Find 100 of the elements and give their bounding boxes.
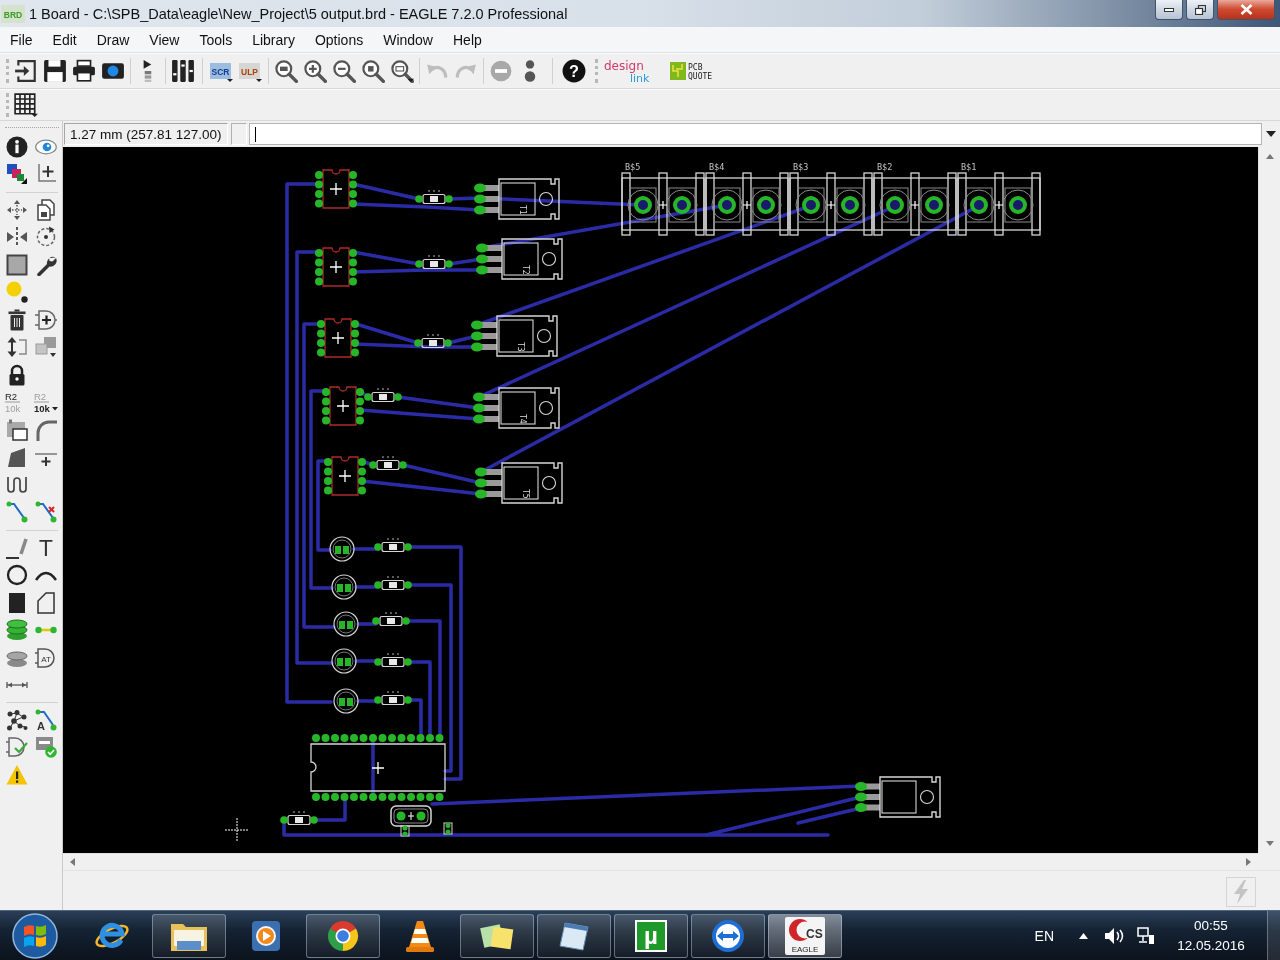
taskbar-button[interactable]: [460, 913, 534, 958]
taskbar-button[interactable]: [691, 913, 765, 958]
taskbar-button[interactable]: [152, 913, 226, 958]
board-canvas[interactable]: T1 T2 T3 T4 T5 B$5 B$4 B$3 B$2 B$1: [63, 147, 1258, 853]
led: [331, 648, 357, 674]
zoom-select-icon[interactable]: [361, 59, 385, 83]
traffic-cone-icon: [405, 918, 435, 953]
led: [333, 688, 359, 714]
menu-item[interactable]: Help: [443, 27, 492, 52]
ic-package: [315, 247, 357, 287]
led: [331, 574, 357, 600]
resistor: [369, 456, 407, 471]
close-button[interactable]: [1217, 0, 1275, 20]
rotate-icon[interactable]: [34, 226, 57, 249]
info-icon[interactable]: [5, 135, 28, 158]
window-title: 1 Board - C:\SPB_Data\eagle\New_Project\5 output.brd - EAGLE 7.2.0 Professional: [29, 5, 568, 22]
menu-item[interactable]: View: [139, 27, 190, 52]
up-down-arrows-icon[interactable]: [5, 336, 28, 359]
grid-icon[interactable]: [14, 93, 38, 117]
sliders-icon[interactable]: [171, 59, 195, 83]
slope-icon[interactable]: [5, 446, 28, 469]
pcb-quote-logo[interactable]: PCB QUOTE: [669, 59, 715, 83]
stacked-squares-icon[interactable]: [34, 336, 57, 359]
part-label: T2: [521, 265, 530, 275]
command-field[interactable]: [249, 123, 1262, 145]
print-icon[interactable]: [72, 59, 96, 83]
route-cross-icon[interactable]: [34, 501, 57, 524]
warning-icon[interactable]: [5, 763, 28, 786]
dots-icon[interactable]: [5, 281, 28, 304]
design-link-logo[interactable]: design link: [603, 58, 659, 84]
maximize-button[interactable]: [1186, 0, 1214, 20]
network-icon[interactable]: [1137, 926, 1155, 945]
overlapping-squares-icon[interactable]: [5, 163, 28, 186]
language-indicator[interactable]: EN: [1031, 927, 1057, 944]
autorouter-tool[interactable]: A: [34, 708, 57, 731]
part-label: T1: [518, 205, 527, 215]
resistor: [374, 653, 412, 668]
part-label: B$2: [877, 162, 893, 172]
coordinates-display: 1.27 mm (257.81 127.00): [64, 123, 228, 145]
start-button[interactable]: [12, 912, 58, 959]
scroll-left-icon[interactable]: [70, 858, 75, 866]
square-icon[interactable]: [5, 253, 28, 276]
play-icon: [251, 919, 281, 952]
part-label: B$1: [961, 162, 977, 172]
minimize-button[interactable]: [1155, 0, 1183, 20]
label-tool[interactable]: R2 10k: [32, 391, 59, 414]
text-tool[interactable]: T: [36, 536, 55, 559]
part-label: B$4: [709, 162, 725, 172]
led: [329, 536, 355, 562]
browser-icon: [326, 918, 360, 953]
four-arrows-icon[interactable]: [5, 198, 28, 221]
save-icon[interactable]: [43, 59, 67, 83]
up-triangle-icon[interactable]: [1079, 932, 1088, 939]
taskbar-button[interactable]: CS EAGLE: [768, 913, 842, 958]
crosshair-icon: [224, 817, 250, 843]
rounded-corner-icon[interactable]: [34, 418, 57, 441]
zoom-out-icon[interactable]: [332, 59, 356, 83]
minimize-icon: [1164, 7, 1174, 12]
polygon-icon[interactable]: [34, 591, 57, 614]
ic-package: [322, 386, 364, 426]
menu-item[interactable]: Options: [304, 27, 374, 52]
show-desktop-button[interactable]: [1267, 911, 1280, 960]
ic-package: [324, 456, 366, 496]
panel-icon[interactable]: [5, 418, 28, 441]
circle-icon[interactable]: [5, 564, 28, 587]
copy-icon[interactable]: [34, 198, 57, 221]
dot-network-icon[interactable]: [5, 708, 28, 731]
pen-line-icon[interactable]: [5, 536, 28, 559]
menu-item[interactable]: Draw: [86, 27, 140, 52]
gate-plus-icon[interactable]: [34, 308, 57, 331]
speaker-icon[interactable]: [1104, 926, 1124, 945]
taskbar-button[interactable]: [537, 913, 611, 958]
zoom-menu-icon[interactable]: [390, 59, 414, 83]
resistor: [280, 811, 318, 826]
help-button[interactable]: ?: [562, 59, 586, 83]
restore-icon: [1194, 4, 1206, 15]
part-label: T3: [516, 342, 525, 352]
arrow-into-box-icon[interactable]: [14, 59, 38, 83]
stacked-disks-icon[interactable]: [5, 619, 28, 642]
menu-item[interactable]: Window: [373, 27, 443, 52]
menu-item[interactable]: Tools: [189, 27, 243, 52]
label-tool[interactable]: R2 10k: [3, 391, 30, 414]
menu-item[interactable]: File: [0, 27, 43, 52]
menu-item[interactable]: Library: [242, 27, 305, 52]
check-badge-icon[interactable]: [34, 736, 57, 759]
taskbar-button[interactable]: µ: [614, 913, 688, 958]
dropdown-arrow-icon[interactable]: [1266, 131, 1276, 137]
gate-check-icon[interactable]: [5, 736, 28, 759]
zoom-fit-icon[interactable]: [274, 59, 298, 83]
scroll-up-icon[interactable]: [1265, 154, 1274, 159]
route-icon[interactable]: [5, 501, 28, 524]
scroll-down-icon[interactable]: [1265, 841, 1274, 846]
clock[interactable]: 00:55 12.05.2016: [1175, 915, 1247, 956]
part-label: T4: [518, 414, 527, 424]
scroll-right-icon[interactable]: [1246, 858, 1251, 866]
taskbar-button[interactable]: [306, 913, 380, 958]
indicator-box: [231, 123, 247, 145]
zoom-in-icon[interactable]: [303, 59, 327, 83]
attribute-tool[interactable]: AT: [34, 646, 57, 669]
menu-item[interactable]: Edit: [42, 27, 87, 52]
